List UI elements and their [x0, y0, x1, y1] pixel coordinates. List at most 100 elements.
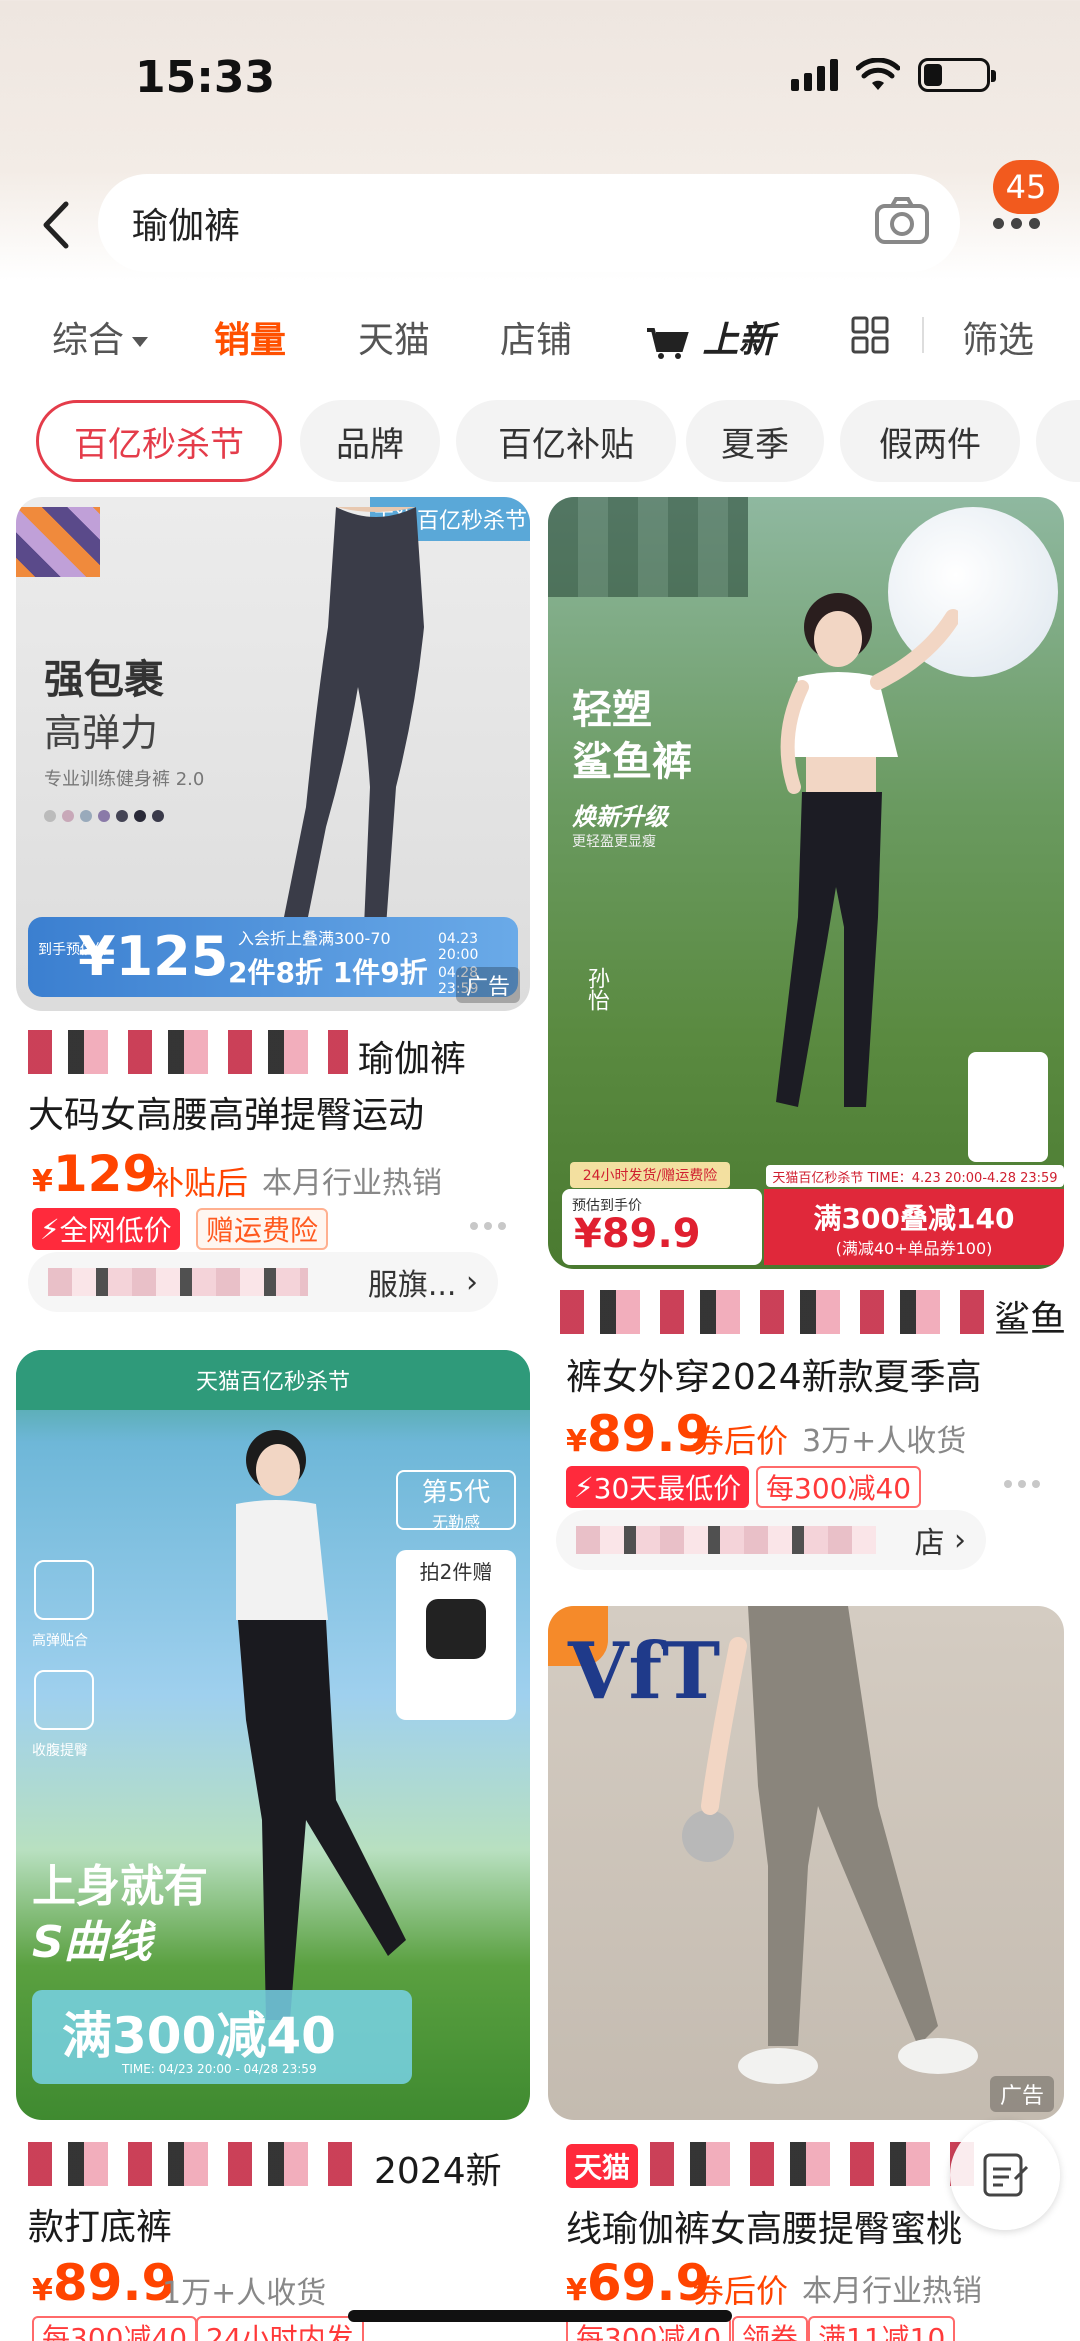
price-currency: ¥ — [32, 2273, 53, 2308]
edit-note-icon — [983, 2153, 1029, 2197]
promo-text: 满300减40 — [62, 2007, 336, 2065]
discount-tag: 每300减40 — [32, 2316, 198, 2341]
redacted-shop — [48, 1268, 308, 1296]
banner-time: TIME：4.23 20:00-4.28 23:59 — [867, 1170, 1058, 1186]
image-subline: 更轻盈更显瘦 — [572, 834, 656, 850]
product-image[interactable]: 轻塑 鲨鱼裤 焕新升级 更轻盈更显瘦 孙怡 24小时发货/赠运费险 天猫百亿秒杀… — [548, 497, 1064, 1269]
wave-icon — [34, 1560, 94, 1620]
price-currency: ¥ — [32, 1164, 53, 1199]
search-query: 瑜伽裤 — [132, 206, 241, 247]
chip-flash-sale[interactable]: 百亿秒杀节 — [36, 400, 282, 482]
sort-tab-new[interactable]: 上新 — [645, 311, 774, 363]
image-subline: 专业训练健身裤 2.0 — [44, 769, 205, 790]
lowest-price-tag: ⚡ 全网低价 — [32, 1208, 180, 1250]
shop-name: 服旗... — [367, 1268, 457, 1303]
product-title[interactable]: 款打底裤 — [28, 2198, 172, 2250]
sort-tab-tmall[interactable]: 天猫 — [358, 311, 430, 363]
banner-label: 天猫百亿秒杀节 — [772, 1170, 864, 1186]
spokesperson: 孙怡 — [584, 967, 609, 1011]
signal-icon — [791, 59, 838, 91]
tag-label: 全网低价 — [59, 1214, 172, 1247]
feature-label: 高弹贴合 — [32, 1633, 88, 1649]
image-subline: 焕新升级 — [572, 803, 668, 831]
price-note: 券后价 — [692, 2272, 789, 2310]
promo-box: 满300减40 TIME: 04/23 20:00 - 04/28 23:59 — [32, 1990, 412, 2084]
product-price: ¥129 — [32, 1145, 157, 1203]
price-box: 预估到手价 ¥89.9 — [562, 1189, 762, 1265]
caret-down-icon — [132, 337, 149, 347]
product-image[interactable]: VfT 广告 — [548, 1606, 1064, 2120]
divider — [922, 317, 924, 353]
chevron-right-icon: › — [944, 1522, 966, 1558]
ad-tag: 广告 — [989, 2076, 1054, 2112]
feature-label: 收腹提臀 — [32, 1743, 88, 1759]
battery-icon — [918, 58, 996, 92]
chevron-right-icon: › — [456, 1264, 478, 1300]
camera-icon[interactable] — [874, 196, 930, 246]
grid-view-icon[interactable] — [850, 315, 890, 355]
wifi-icon — [856, 58, 900, 90]
sort-tab-sales[interactable]: 销量 — [214, 311, 286, 363]
image-headline: S曲线 — [32, 1917, 152, 1968]
redacted-brand — [28, 1030, 348, 1074]
shipping-tag: 24小时内发 — [196, 2316, 364, 2341]
more-options-icon[interactable] — [1004, 1480, 1040, 1488]
product-title[interactable]: 2024新 — [374, 2142, 502, 2194]
chip-summer[interactable]: 夏季 — [686, 400, 824, 482]
chip-brand[interactable]: 品牌 — [300, 400, 440, 482]
shipping-insurance-tag: 赠运费险 — [196, 1208, 329, 1250]
image-headline: 上身就有 — [32, 1861, 208, 1912]
product-title[interactable]: 鲨鱼 — [994, 1290, 1066, 1342]
more-options-icon[interactable] — [470, 1222, 506, 1230]
color-swatches — [44, 810, 164, 822]
price-banner: 到手预估价 ¥125 入会折上叠满300-70 2件8折 1件9折 04.23 … — [28, 917, 518, 997]
tmall-badge: 天猫 — [566, 2144, 639, 2188]
shop-link[interactable]: 服旗... › — [28, 1252, 498, 1312]
chip-subsidy[interactable]: 百亿补贴 — [456, 400, 676, 482]
sort-tab-overall-label: 综合 — [52, 320, 125, 361]
back-button[interactable] — [30, 190, 80, 260]
shop-name: 店 — [914, 1526, 945, 1561]
price-note: 补贴后 — [152, 1164, 249, 1202]
sales-note: 3万+人收货 — [802, 1424, 967, 1459]
product-price: ¥89.9 — [32, 2254, 176, 2312]
sales-note: 本月行业热销 — [802, 2274, 982, 2309]
product-title[interactable]: 线瑜伽裤女高腰提臀蜜桃 — [566, 2200, 962, 2252]
notification-badge: 45 — [993, 160, 1059, 214]
price-currency: ¥ — [566, 1424, 587, 1459]
lowest-price-tag: ⚡ 30天最低价 — [566, 1466, 750, 1508]
product-title[interactable]: 大码女高腰高弹提臀运动 — [28, 1086, 424, 1138]
product-image[interactable]: 天猫百亿秒杀节 强包裹 高弹力 专业训练健身裤 2.0 到手预估价 ¥125 入… — [16, 497, 530, 1011]
feedback-button[interactable] — [950, 2120, 1060, 2230]
more-dots-icon[interactable] — [993, 218, 1040, 229]
discount-tag: 每300减40 — [756, 1466, 922, 1508]
product-image[interactable]: 天猫百亿秒杀节 第5代 无勒感 拍2件赠 高弹贴合 收腹提臀 上身就有 S曲线 … — [16, 1350, 530, 2120]
status-icons — [791, 58, 996, 92]
promo-banner: 天猫百亿秒杀节 — [16, 1350, 530, 1410]
promo-date: 04.23 20:00 — [438, 931, 479, 963]
chip-more[interactable] — [1036, 400, 1080, 482]
search-input[interactable]: 瑜伽裤 — [98, 174, 960, 272]
sales-note: 1万+人收货 — [162, 2276, 327, 2311]
price-currency: ¥ — [566, 2273, 587, 2308]
coupon-tag: 领券 — [732, 2316, 809, 2341]
price-value: 89.9 — [52, 2254, 177, 2312]
product-title[interactable]: 裤女外穿2024新款夏季高 — [566, 1348, 982, 1400]
filter-button[interactable]: 筛选 — [962, 311, 1034, 363]
price-note: 券后价 — [692, 1422, 789, 1460]
product-title[interactable]: 瑜伽裤 — [358, 1030, 466, 1082]
sort-tab-new-label: 上新 — [702, 320, 775, 361]
sort-tab-overall[interactable]: 综合 — [52, 311, 149, 363]
chip-fake-two-piece[interactable]: 假两件 — [840, 400, 1020, 482]
promo-sub: (满减40+单品券100) — [835, 1239, 993, 1258]
lightning-icon: ⚡ — [574, 1470, 594, 1504]
image-headline: 高弹力 — [44, 711, 159, 755]
redacted-brand — [560, 1290, 990, 1334]
shop-link[interactable]: 店 › — [556, 1510, 986, 1570]
promo-box: 满300叠减140 (满减40+单品券100) — [764, 1189, 1064, 1265]
gift-box — [968, 1052, 1048, 1162]
discount-tag: 满11减10 — [808, 2316, 956, 2341]
model-figure — [682, 1606, 978, 2084]
sort-tab-shop[interactable]: 店铺 — [500, 311, 572, 363]
gift-image — [426, 1599, 486, 1659]
